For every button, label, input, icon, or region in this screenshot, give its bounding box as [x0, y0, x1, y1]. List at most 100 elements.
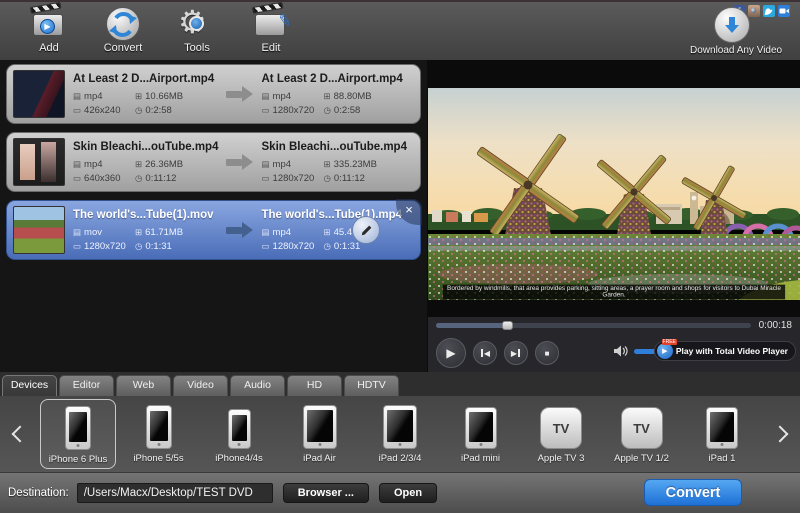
toolbar-right: f Download Any Video	[672, 2, 792, 62]
device-ipad-air[interactable]: iPad Air	[282, 399, 358, 469]
format-icon: ▤	[262, 227, 270, 238]
progress-row: 0:00:18	[428, 317, 800, 333]
destination-input[interactable]	[77, 483, 273, 503]
source-info: The world's...Tube(1).mov ▤mov ⊞61.71MB …	[73, 207, 226, 253]
target-format: mp4	[273, 91, 291, 102]
video-preview[interactable]: Bordered by windmills, that area provide…	[428, 88, 800, 300]
edit-clapperboard-icon: ✎	[252, 7, 290, 39]
tools-button[interactable]: ⚙ Tools	[160, 2, 234, 60]
duration-icon: ◷	[135, 173, 142, 184]
next-button[interactable]: ▶	[504, 341, 528, 365]
device-iphone-4-4s[interactable]: iPhone4/4s	[201, 399, 277, 469]
seek-bar[interactable]	[436, 323, 751, 328]
target-duration: 0:1:31	[334, 241, 360, 252]
target-filename: The world's...Tube(1).mp4	[262, 209, 415, 221]
play-with-total-video-player-button[interactable]: ▶ FREE Play with Total Video Player	[654, 341, 796, 361]
format-icon: ▤	[262, 159, 270, 170]
source-filename: At Least 2 D...Airport.mp4	[73, 73, 226, 85]
duration-icon: ◷	[324, 105, 331, 116]
stop-button[interactable]: ■	[535, 341, 559, 365]
resolution-icon: ▭	[73, 241, 81, 252]
source-info: Skin Bleachi...ouTube.mp4 ▤mp4 ⊞26.36MB …	[73, 139, 226, 185]
target-filename: Skin Bleachi...ouTube.mp4	[262, 141, 415, 153]
video-thumbnail	[13, 206, 65, 254]
target-resolution: 1280x720	[273, 105, 315, 116]
browser-button[interactable]: Browser ...	[283, 483, 369, 503]
pencil-icon	[360, 224, 373, 237]
edit-button[interactable]: ✎ Edit	[234, 2, 308, 60]
tab-video[interactable]: Video	[173, 375, 228, 396]
scroll-right-button[interactable]	[766, 404, 800, 464]
format-icon: ▤	[73, 227, 81, 238]
play-button[interactable]: ▶	[436, 338, 466, 368]
device-ipad-mini[interactable]: iPad mini	[443, 399, 519, 469]
open-button[interactable]: Open	[379, 483, 437, 503]
resolution-icon: ▭	[262, 105, 270, 116]
source-resolution: 1280x720	[84, 241, 126, 252]
target-info: At Least 2 D...Airport.mp4 ▤mp4 ⊞88.80MB…	[262, 71, 415, 117]
device-iphone-5-5s[interactable]: iPhone 5/5s	[121, 399, 197, 469]
speaker-icon	[614, 345, 628, 357]
duration-icon: ◷	[135, 241, 142, 252]
scroll-left-button[interactable]	[0, 404, 34, 464]
edit-label: Edit	[262, 42, 281, 54]
file-row-3-selected[interactable]: The world's...Tube(1).mov ▤mov ⊞61.71MB …	[6, 200, 421, 260]
tab-editor[interactable]: Editor	[59, 375, 114, 396]
tab-hd[interactable]: HD	[287, 375, 342, 396]
source-resolution: 426x240	[84, 105, 120, 116]
size-icon: ⊞	[135, 91, 142, 102]
iphone-icon	[65, 406, 91, 450]
download-any-video-button[interactable]: Download Any Video	[690, 7, 774, 56]
device-apple-tv-1-2[interactable]: TV Apple TV 1/2	[604, 399, 680, 469]
format-icon: ▤	[73, 91, 81, 102]
add-clapperboard-icon: ▶	[30, 7, 68, 39]
app-window: ▶ Add Convert ⚙ Tools	[0, 0, 800, 513]
target-resolution: 1280x720	[273, 241, 315, 252]
source-size: 10.66MB	[145, 91, 183, 102]
video-share-icon[interactable]	[778, 5, 790, 17]
add-button[interactable]: ▶ Add	[12, 2, 86, 60]
category-tabs: Devices Editor Web Video Audio HD HDTV	[0, 372, 800, 396]
convert-tool-button[interactable]: Convert	[86, 2, 160, 60]
source-format: mov	[84, 227, 102, 238]
device-iphone-6-plus[interactable]: iPhone 6 Plus	[40, 399, 116, 469]
source-info: At Least 2 D...Airport.mp4 ▤mp4 ⊞10.66MB…	[73, 71, 226, 117]
size-icon: ⊞	[324, 227, 331, 238]
garden-scene	[428, 88, 800, 300]
tools-label: Tools	[184, 42, 210, 54]
tab-hdtv[interactable]: HDTV	[344, 375, 399, 396]
play-icon: ▶	[446, 346, 455, 360]
convert-refresh-icon	[104, 7, 142, 39]
target-info: The world's...Tube(1).mp4 ▤mp4 ⊞45.40MB …	[262, 207, 415, 253]
source-format: mp4	[84, 159, 102, 170]
ipad-icon	[706, 407, 738, 449]
free-badge: FREE	[662, 339, 677, 345]
size-icon: ⊞	[324, 91, 331, 102]
source-filename: The world's...Tube(1).mov	[73, 209, 226, 221]
file-row-2[interactable]: Skin Bleachi...ouTube.mp4 ▤mp4 ⊞26.36MB …	[6, 132, 421, 192]
device-ipad-2-3-4[interactable]: iPad 2/3/4	[362, 399, 438, 469]
target-resolution: 1280x720	[273, 173, 315, 184]
target-filename: At Least 2 D...Airport.mp4	[262, 73, 415, 85]
add-label: Add	[39, 42, 59, 54]
tab-audio[interactable]: Audio	[230, 375, 285, 396]
target-size: 88.80MB	[334, 91, 372, 102]
resolution-icon: ▭	[262, 241, 270, 252]
duration-icon: ◷	[135, 105, 142, 116]
play-with-label: Play with Total Video Player	[676, 346, 788, 356]
file-row-1[interactable]: At Least 2 D...Airport.mp4 ▤mp4 ⊞10.66MB…	[6, 64, 421, 124]
size-icon: ⊞	[135, 159, 142, 170]
file-list: At Least 2 D...Airport.mp4 ▤mp4 ⊞10.66MB…	[0, 60, 427, 372]
next-icon	[518, 349, 520, 357]
device-apple-tv-3[interactable]: TV Apple TV 3	[523, 399, 599, 469]
edit-pencil-button[interactable]	[352, 216, 380, 244]
tab-devices[interactable]: Devices	[2, 375, 57, 396]
device-ipad-1[interactable]: iPad 1	[684, 399, 760, 469]
chevron-right-icon	[772, 426, 789, 443]
subtitle-caption: Bordered by windmills, that area provide…	[443, 285, 785, 300]
convert-tool-label: Convert	[104, 42, 143, 54]
convert-button[interactable]: Convert	[644, 479, 742, 506]
previous-button[interactable]: ◀	[473, 341, 497, 365]
tab-web[interactable]: Web	[116, 375, 171, 396]
seek-handle[interactable]	[502, 321, 513, 330]
